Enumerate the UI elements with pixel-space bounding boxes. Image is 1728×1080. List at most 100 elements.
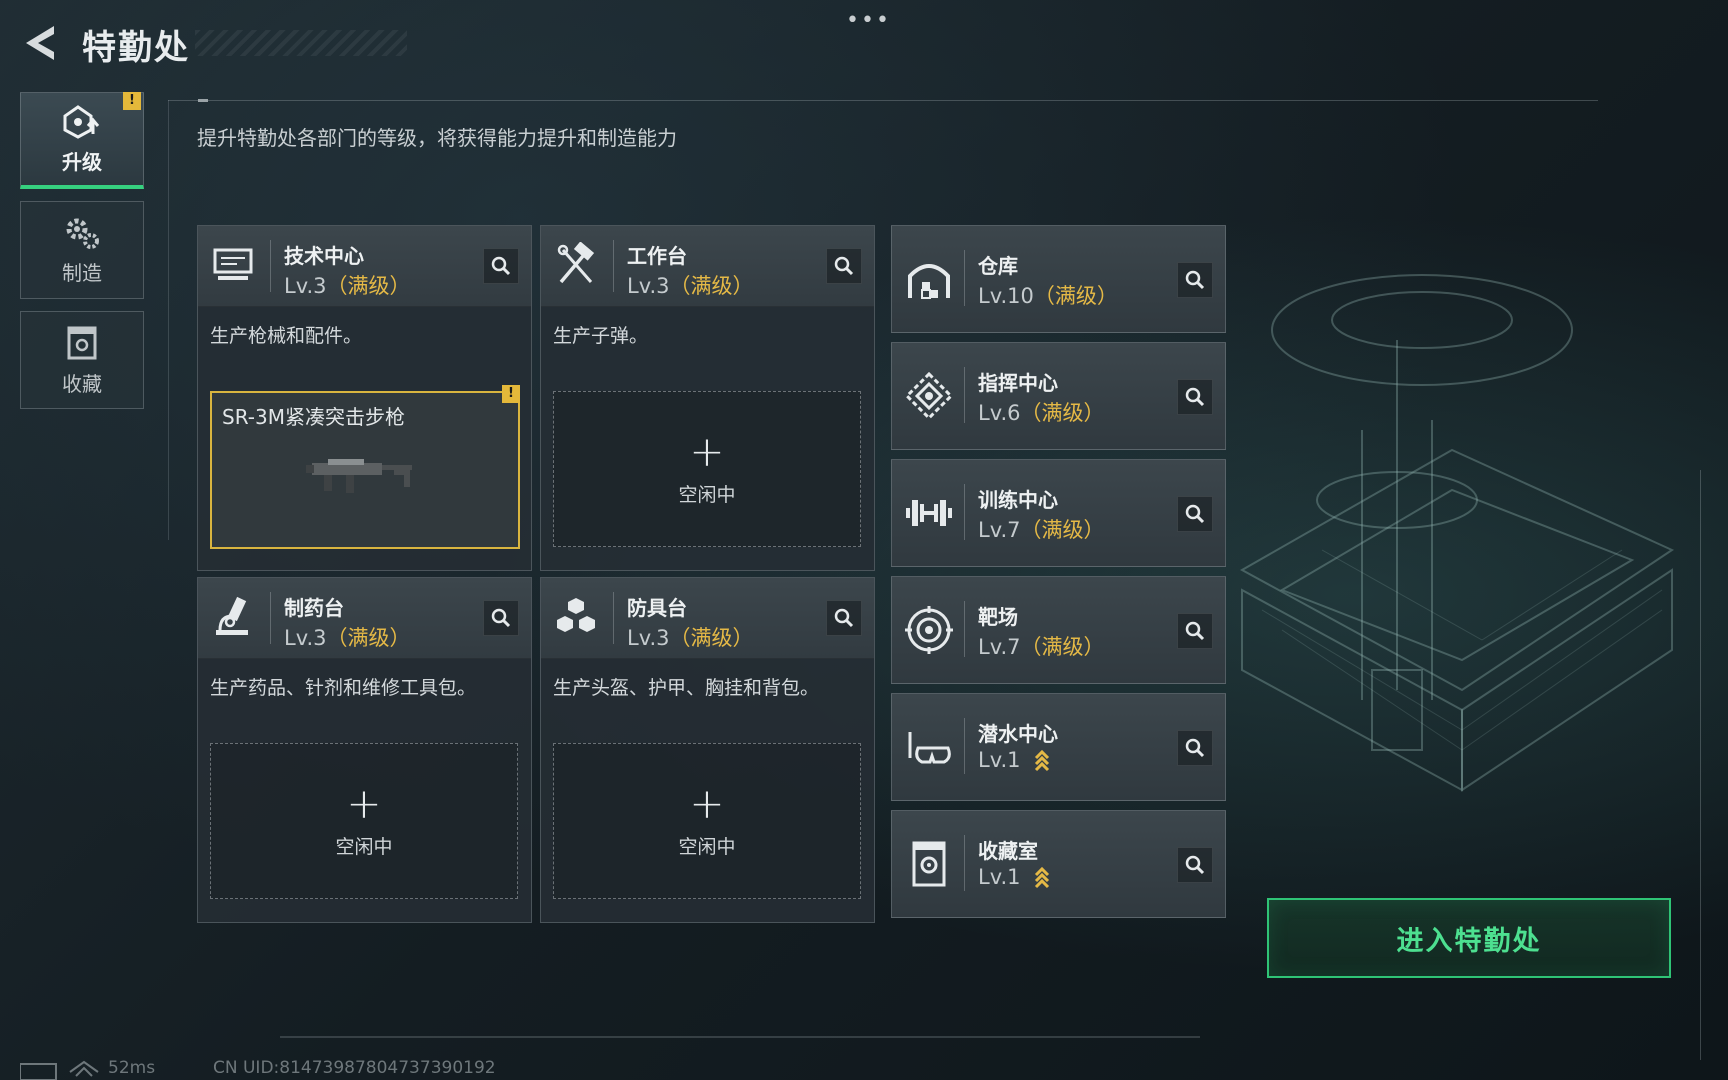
separator xyxy=(613,240,614,292)
facility-name: 技术中心 xyxy=(284,244,364,268)
facility-description: 生产头盔、护甲、胸挂和背包。 xyxy=(553,677,820,699)
facility-row-command-center[interactable]: 指挥中心 Lv.6（满级） xyxy=(891,342,1226,450)
facility-name: 训练中心 xyxy=(978,488,1058,512)
search-icon xyxy=(1185,621,1205,641)
production-slot-empty[interactable]: + 空闲中 xyxy=(553,391,861,547)
facility-level: Lv.3（满级） xyxy=(627,626,754,650)
sidebar-item-collection[interactable]: 收藏 xyxy=(20,311,144,409)
facility-level: Lv.3（满级） xyxy=(627,274,754,298)
facility-row-shooting-range[interactable]: 靶场 Lv.7（满级） xyxy=(891,576,1226,684)
facility-card-workbench[interactable]: 工作台 Lv.3（满级） 生产子弹。 + 空闲中 xyxy=(540,225,875,571)
upgrade-arrows-icon xyxy=(1035,866,1050,889)
right-divider xyxy=(1700,470,1701,1060)
facility-name: 潜水中心 xyxy=(978,722,1058,746)
rifle-image xyxy=(306,459,412,493)
facility-row-training-center[interactable]: 训练中心 Lv.7（满级） xyxy=(891,459,1226,567)
facility-name: 靶场 xyxy=(978,605,1018,629)
inspect-button[interactable] xyxy=(826,600,862,636)
separator xyxy=(270,240,271,292)
inspect-button[interactable] xyxy=(826,248,862,284)
inspect-button[interactable] xyxy=(1177,730,1213,766)
inspect-button[interactable] xyxy=(1177,496,1213,532)
divider-tick xyxy=(198,99,208,102)
command-icon xyxy=(904,371,954,421)
diving-mask-icon xyxy=(908,732,951,764)
add-icon: + xyxy=(346,778,382,828)
facility-name: 指挥中心 xyxy=(978,371,1058,395)
add-icon: + xyxy=(689,778,725,828)
hint-text: 提升特勤处各部门的等级，将获得能力提升和制造能力 xyxy=(197,126,677,150)
collection-icon xyxy=(67,326,97,359)
sidebar-item-craft[interactable]: 制造 xyxy=(20,201,144,299)
item-name: SR-3M紧凑突击步枪 xyxy=(222,405,405,429)
inspect-button[interactable] xyxy=(1177,379,1213,415)
card-header: 防具台 Lv.3（满级） xyxy=(541,578,874,659)
sidebar-item-label: 制造 xyxy=(62,260,102,285)
production-slot-empty[interactable]: + 空闲中 xyxy=(210,743,518,899)
divider xyxy=(168,100,1598,101)
separator xyxy=(964,250,965,306)
notification-badge: ! xyxy=(123,92,141,110)
gears-icon xyxy=(66,218,99,249)
cubes-icon xyxy=(557,598,595,632)
inspect-button[interactable] xyxy=(1177,262,1213,298)
production-slot-empty[interactable]: + 空闲中 xyxy=(553,743,861,899)
status-icons xyxy=(20,1060,99,1080)
slot-status: 空闲中 xyxy=(678,483,736,506)
title-decoration xyxy=(195,30,407,56)
divider-vertical xyxy=(168,100,169,540)
search-icon xyxy=(1185,855,1205,875)
tools-icon xyxy=(557,242,595,284)
separator xyxy=(613,592,614,644)
search-icon xyxy=(1185,504,1205,524)
facility-card-tech-center[interactable]: 技术中心 Lv.3（满级） 生产枪械和配件。 ! SR-3M紧凑突击步枪 xyxy=(197,225,532,571)
network-ping: 52ms xyxy=(108,1058,156,1078)
inspect-button[interactable] xyxy=(1177,847,1213,883)
enter-facility-button[interactable]: 进入特勤处 xyxy=(1267,898,1671,978)
facility-description: 生产枪械和配件。 xyxy=(210,325,363,347)
production-slot-filled[interactable]: ! SR-3M紧凑突击步枪 xyxy=(210,385,520,549)
facility-card-armor[interactable]: 防具台 Lv.3（满级） 生产头盔、护甲、胸挂和背包。 + 空闲中 xyxy=(540,577,875,923)
warehouse-icon xyxy=(908,264,950,299)
more-menu-icon[interactable]: ••• xyxy=(846,8,891,33)
facility-level: Lv.10（满级） xyxy=(978,284,1118,308)
facility-row-diving-center[interactable]: 潜水中心 Lv.1 xyxy=(891,693,1226,801)
dumbbell-icon xyxy=(906,500,952,526)
separator xyxy=(270,592,271,644)
facility-name: 工作台 xyxy=(627,244,687,268)
facility-description: 生产子弹。 xyxy=(553,325,649,347)
facility-name: 防具台 xyxy=(627,596,687,620)
facility-description: 生产药品、针剂和维修工具包。 xyxy=(210,677,477,699)
facility-building-illustration xyxy=(1239,274,1675,792)
facility-level: Lv.1 xyxy=(978,865,1051,890)
upgrade-icon xyxy=(63,104,100,139)
sidebar-item-upgrade[interactable]: ! 升级 xyxy=(20,92,144,189)
search-icon xyxy=(1185,738,1205,758)
facility-row-warehouse[interactable]: 仓库 Lv.10（满级） xyxy=(891,225,1226,333)
separator xyxy=(964,367,965,423)
facility-row-collection-room[interactable]: 收藏室 Lv.1 xyxy=(891,810,1226,918)
inspect-button[interactable] xyxy=(483,248,519,284)
search-icon xyxy=(834,608,854,628)
back-arrow-icon[interactable] xyxy=(20,22,60,64)
sidebar-item-label: 收藏 xyxy=(62,371,102,396)
inspect-button[interactable] xyxy=(1177,613,1213,649)
upgrade-arrows-icon xyxy=(1035,749,1050,772)
user-uid: CN UID:8147398780473739019​2 xyxy=(213,1058,496,1078)
inspect-button[interactable] xyxy=(483,600,519,636)
bottom-divider xyxy=(280,1036,1200,1038)
card-header: 工作台 Lv.3（满级） xyxy=(541,226,874,307)
search-icon xyxy=(834,256,854,276)
sidebar-item-label: 升级 xyxy=(62,149,102,174)
search-icon xyxy=(1185,387,1205,407)
slot-status: 空闲中 xyxy=(678,835,736,858)
search-icon xyxy=(491,608,511,628)
slot-status: 空闲中 xyxy=(335,835,393,858)
facility-level: Lv.7（满级） xyxy=(978,518,1105,542)
facility-level: Lv.3（满级） xyxy=(284,626,411,650)
facility-card-pharmacy[interactable]: 制药台 Lv.3（满级） 生产药品、针剂和维修工具包。 + 空闲中 xyxy=(197,577,532,923)
computer-icon xyxy=(213,248,253,280)
microscope-icon xyxy=(216,596,248,635)
target-icon xyxy=(905,606,953,654)
add-icon: + xyxy=(689,426,725,476)
